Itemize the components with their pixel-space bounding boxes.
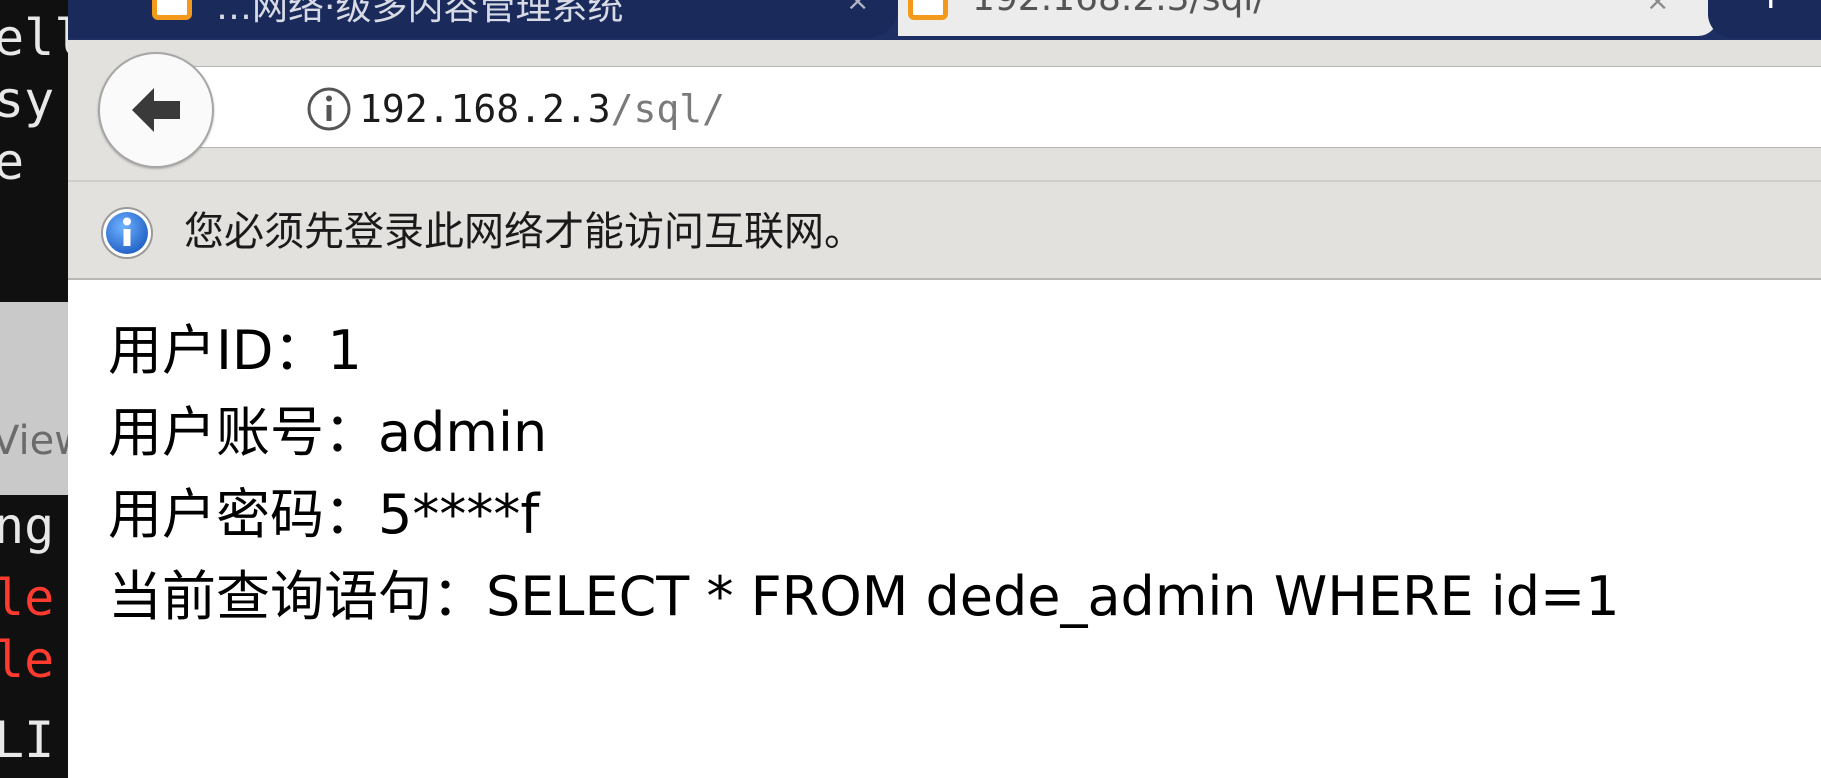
url-text[interactable]: 192.168.2.3/sql/ — [359, 79, 725, 139]
url-host: 192.168.2.3 — [359, 87, 611, 131]
browser-window: …网络·级多内容管理系统 × 192.168.2.3/sql/ × + — [68, 0, 1821, 778]
terminal-line: LI — [0, 711, 55, 769]
terminal-line: ng — [0, 497, 55, 555]
terminal-line: le — [0, 569, 55, 627]
back-arrow-icon — [132, 88, 180, 132]
page-content: 用户ID：1 用户账号：admin 用户密码：5****f 当前查询语句：SEL… — [108, 310, 1620, 638]
user-account-value: admin — [378, 401, 548, 464]
terminal-line: sy — [0, 71, 55, 129]
terminal-view-label: View — [0, 418, 68, 464]
terminal-panel — [0, 302, 68, 495]
tab-1[interactable]: …网络·级多内容管理系统 × — [68, 0, 898, 38]
site-favicon-icon — [152, 0, 192, 20]
tab-title: …网络·级多内容管理系统 — [216, 0, 624, 28]
info-icon — [100, 206, 154, 264]
tab-2-active[interactable]: 192.168.2.3/sql/ × — [898, 0, 1718, 36]
tab-strip: …网络·级多内容管理系统 × 192.168.2.3/sql/ × + — [68, 0, 1821, 40]
terminal-line: le — [0, 631, 55, 689]
back-button[interactable] — [98, 52, 214, 168]
query-label: 当前查询语句： — [108, 565, 486, 628]
terminal-line: e — [0, 133, 25, 191]
notification-text: 您必须先登录此网络才能访问互联网。 — [184, 209, 864, 255]
tab-close-icon[interactable]: × — [1646, 0, 1669, 17]
new-tab-button[interactable]: + — [1708, 0, 1821, 38]
user-id-value: 1 — [327, 319, 362, 382]
query-row: 当前查询语句：SELECT * FROM dede_admin WHERE id… — [108, 556, 1620, 638]
site-info-icon[interactable] — [305, 85, 353, 137]
tab-title: 192.168.2.3/sql/ — [972, 0, 1265, 19]
user-id-row: 用户ID：1 — [108, 310, 1620, 392]
user-account-row: 用户账号：admin — [108, 392, 1620, 474]
user-password-label: 用户密码： — [108, 483, 378, 546]
url-path: /sql/ — [610, 87, 726, 131]
notification-bar: 您必须先登录此网络才能访问互联网。 — [68, 180, 1821, 280]
user-account-label: 用户账号： — [108, 401, 378, 464]
user-id-label: 用户ID： — [108, 319, 328, 382]
user-password-value: 5****f — [378, 483, 540, 546]
nav-toolbar: 192.168.2.3/sql/ — [68, 40, 1821, 180]
tab-close-icon[interactable]: × — [846, 0, 869, 17]
address-bar[interactable]: 192.168.2.3/sql/ — [154, 66, 1821, 148]
terminal-line: ell — [0, 9, 68, 67]
background-terminal[interactable]: ell sy e View ng le le LI — [0, 0, 68, 778]
user-password-row: 用户密码：5****f — [108, 474, 1620, 556]
screen: ell sy e View ng le le LI …网络·级多内容管理系统 ×… — [0, 0, 1821, 778]
site-favicon-icon — [908, 0, 948, 20]
query-value: SELECT * FROM dede_admin WHERE id=1 — [486, 565, 1620, 628]
